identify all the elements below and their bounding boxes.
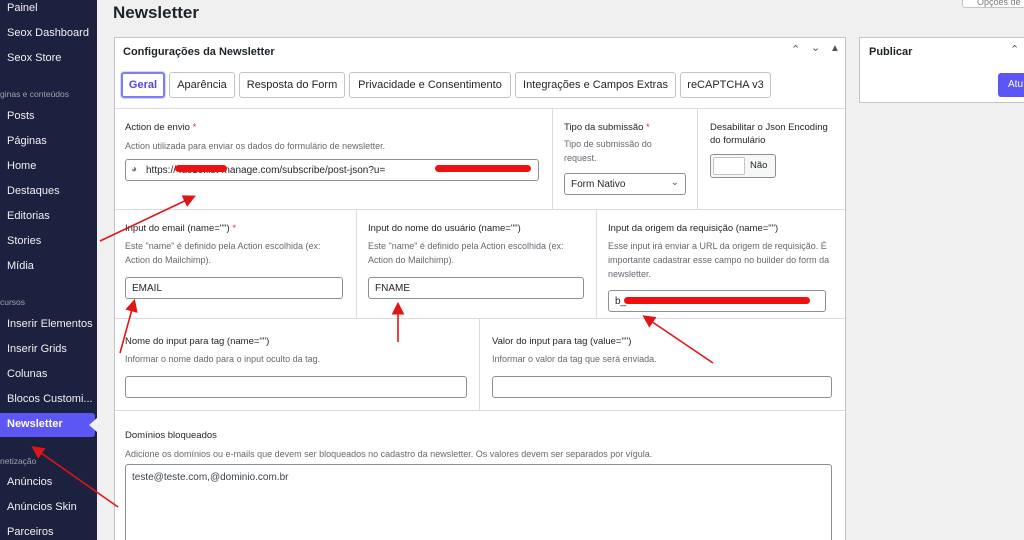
action-label: Action de envio *	[125, 122, 197, 133]
toggle-label: Não	[750, 160, 768, 171]
field-blocked-domains: Domínios bloqueados Adicione os domínios…	[115, 411, 845, 540]
redaction-mark	[624, 297, 810, 304]
sidebar-item-stories[interactable]: Stories	[7, 235, 41, 247]
blocked-domains-label: Domínios bloqueados	[125, 430, 217, 441]
toggle-track: Não	[710, 154, 776, 178]
field-submit-type: Tipo da submissão * Tipo de submissão do…	[553, 109, 698, 210]
field-tag-value: Valor do input para tag (value="") Infor…	[480, 319, 845, 411]
tab-aparencia[interactable]: Aparência	[169, 72, 235, 98]
action-description: Action utilizada para enviar os dados do…	[125, 141, 386, 151]
chevron-down-icon[interactable]: ⌄	[811, 41, 820, 54]
page-title: Newsletter	[113, 3, 199, 22]
sidebar-item-seox-dashboard[interactable]: Seox Dashboard	[7, 27, 89, 39]
tab-geral[interactable]: Geral	[121, 72, 165, 98]
screen-options-button[interactable]: Opções de	[962, 0, 1024, 8]
sidebar-item-painel[interactable]: Painel	[7, 2, 38, 14]
tag-name-input[interactable]	[125, 376, 467, 398]
sidebar-section-resources: cursos	[0, 297, 26, 307]
tag-value-description: Informar o valor da tag que será enviada…	[492, 354, 657, 364]
sidebar-current-pointer	[89, 418, 97, 432]
sidebar-section-content: ginas e conteúdos	[0, 89, 69, 99]
tag-name-description: Informar o nome dado para o input oculto…	[125, 354, 321, 364]
fname-input[interactable]: FNAME	[368, 277, 584, 299]
sidebar-item-colunas[interactable]: Colunas	[7, 368, 47, 380]
globe-icon: ◕	[131, 164, 138, 175]
blocked-domains-textarea[interactable]: teste@teste.com,@dominio.com.br	[125, 464, 832, 540]
tab-resposta-do-form[interactable]: Resposta do Form	[239, 72, 345, 98]
redaction-mark	[175, 165, 227, 172]
tag-name-label: Nome do input para tag (name="")	[125, 336, 270, 347]
name-input-description: Este "name" é definido pela Action escol…	[368, 241, 564, 265]
field-tag-name: Nome do input para tag (name="") Informa…	[115, 319, 480, 411]
sidebar-item-midia[interactable]: Mídia	[7, 260, 34, 272]
disable-json-label: Desabilitar o Json Encoding do formulári…	[710, 122, 828, 146]
sidebar-section-monetization: netização	[0, 456, 37, 466]
sidebar-item-paginas[interactable]: Páginas	[7, 135, 47, 147]
sidebar-item-inserir-elementos[interactable]: Inserir Elementos	[7, 318, 93, 330]
email-input-label: Input do email (name="") *	[125, 223, 237, 234]
caret-up-icon[interactable]: ▲	[830, 43, 840, 54]
field-disable-json: Desabilitar o Json Encoding do formulári…	[698, 109, 845, 210]
sidebar-item-seox-store[interactable]: Seox Store	[7, 52, 61, 64]
sidebar-item-blocos-customizados[interactable]: Blocos Customi...	[7, 393, 93, 405]
field-action: Action de envio * Action utilizada para …	[115, 109, 553, 210]
sidebar-item-destaques[interactable]: Destaques	[7, 185, 60, 197]
origin-input-description: Esse input irá enviar a URL da origem de…	[608, 241, 830, 279]
publish-panel: Publicar ⌃ Atu	[859, 37, 1024, 103]
toggle-knob	[713, 157, 745, 175]
sidebar-item-anuncios-skin[interactable]: Anúncios Skin	[7, 501, 77, 513]
redaction-mark	[435, 165, 531, 172]
submit-type-label: Tipo da submissão *	[564, 122, 650, 133]
sidebar-item-inserir-grids[interactable]: Inserir Grids	[7, 343, 67, 355]
tag-value-label: Valor do input para tag (value="")	[492, 336, 632, 347]
blocked-domains-description: Adicione os domínios ou e-mails que deve…	[125, 449, 653, 459]
sidebar-item-editorias[interactable]: Editorias	[7, 210, 50, 222]
submit-type-description: Tipo de submissão do request.	[564, 139, 652, 163]
sidebar-item-parceiros[interactable]: Parceiros	[7, 526, 53, 538]
email-name-input[interactable]: EMAIL	[125, 277, 343, 299]
chevron-up-icon[interactable]: ⌃	[1010, 43, 1019, 56]
tab-recaptcha[interactable]: reCAPTCHA v3	[680, 72, 771, 98]
tag-value-input[interactable]	[492, 376, 832, 398]
sidebar-item-home[interactable]: Home	[7, 160, 36, 172]
newsletter-settings-panel: Configurações da Newsletter ⌃ ⌄ ▲ Geral …	[114, 37, 846, 540]
origin-input-label: Input da origem da requisição (name="")	[608, 223, 779, 234]
submit-type-select[interactable]: Form Nativo ⌄	[564, 173, 686, 195]
panel-title: Configurações da Newsletter	[123, 46, 275, 58]
field-name-input: Input do nome do usuário (name="") Este …	[357, 210, 597, 319]
admin-sidebar: Painel Seox Dashboard Seox Store ginas e…	[0, 0, 97, 540]
chevron-up-icon[interactable]: ⌃	[791, 43, 800, 56]
tab-integracoes[interactable]: Integrações e Campos Extras	[515, 72, 676, 98]
tab-privacidade[interactable]: Privacidade e Consentimento	[349, 72, 511, 98]
field-email-input: Input do email (name="") * Este "name" é…	[115, 210, 357, 319]
publish-title: Publicar	[869, 46, 913, 58]
update-button[interactable]: Atu	[998, 73, 1024, 97]
sidebar-item-posts[interactable]: Posts	[7, 110, 35, 122]
field-origin-input: Input da origem da requisição (name="") …	[597, 210, 845, 319]
chevron-down-icon: ⌄	[670, 177, 679, 188]
email-input-description: Este "name" é definido pela Action escol…	[125, 241, 321, 265]
sidebar-item-newsletter[interactable]: Newsletter	[7, 418, 63, 430]
name-input-label: Input do nome do usuário (name="")	[368, 223, 521, 234]
sidebar-item-anuncios[interactable]: Anúncios	[7, 476, 52, 488]
form-grid: Action de envio * Action utilizada para …	[115, 108, 845, 540]
disable-json-toggle[interactable]: Não	[710, 154, 776, 178]
